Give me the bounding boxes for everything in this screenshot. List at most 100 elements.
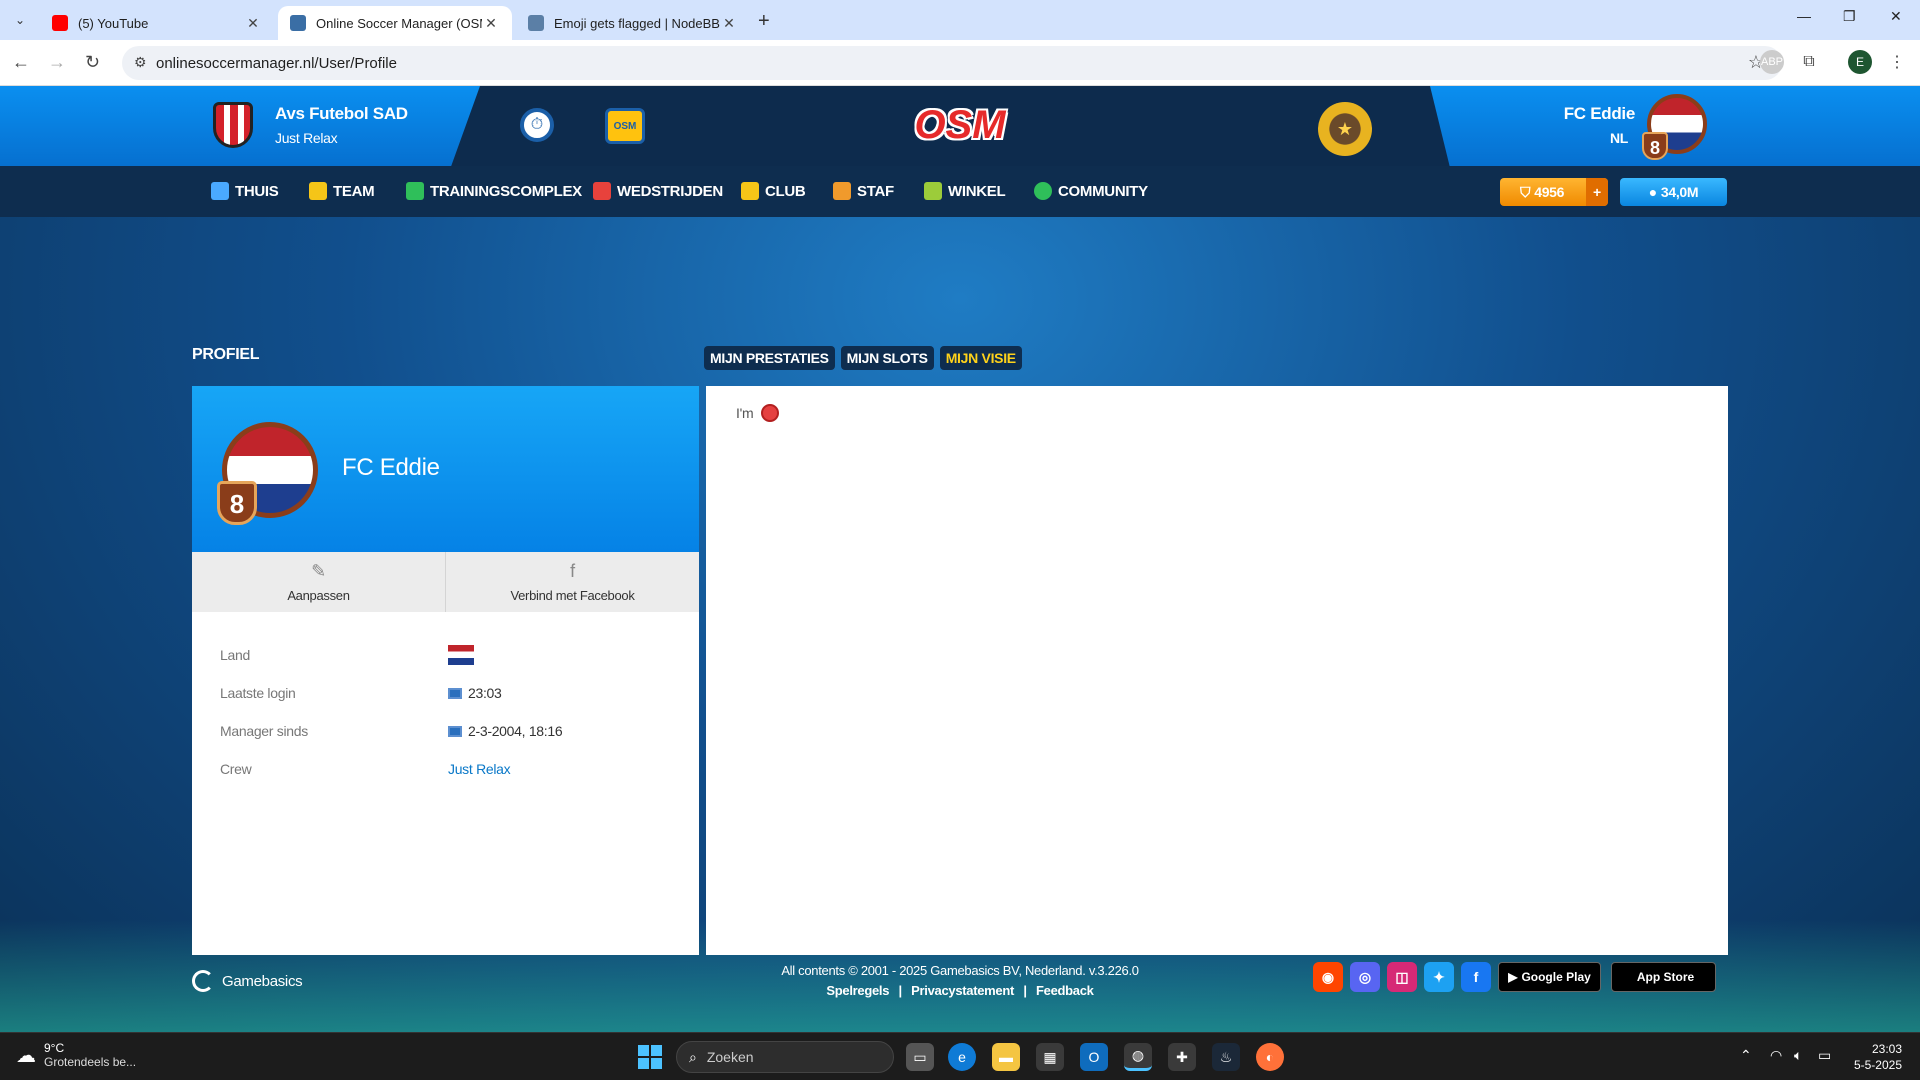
minimize-icon[interactable]: —: [1797, 8, 1811, 24]
facebook-icon[interactable]: f: [1461, 962, 1491, 992]
footer-link-spelregels[interactable]: Spelregels: [826, 983, 889, 998]
link-separator: |: [898, 983, 903, 998]
info-key: Manager sinds: [220, 723, 308, 739]
osm-logo[interactable]: OSM: [910, 102, 1010, 148]
info-key: Crew: [220, 761, 252, 777]
manager-name[interactable]: FC Eddie: [1564, 104, 1636, 124]
manager-level-badge: 8: [1642, 132, 1668, 160]
footer-links: Spelregels | Privacystatement | Feedback: [700, 983, 1220, 998]
browser-toolbar: ← → ↻ ⚙ onlinesoccermanager.nl/User/Prof…: [0, 40, 1920, 86]
action-label: Verbind met Facebook: [510, 588, 635, 603]
weather-temperature: 9°C: [44, 1041, 65, 1055]
smiley-emoji-icon: [761, 404, 780, 422]
browser-tab-osm[interactable]: Online Soccer Manager (OSM) ✕: [278, 6, 512, 40]
taskbar-clock[interactable]: 23:03 5-5-2025: [1854, 1041, 1902, 1073]
coin-icon: ⛉: [1520, 183, 1531, 200]
info-row-last-login: Laatste login 23:03: [220, 674, 680, 712]
club-name[interactable]: Avs Futebol SAD: [275, 104, 408, 124]
menu-item-staf[interactable]: STAF: [833, 182, 894, 200]
info-row-land: Land: [220, 636, 680, 674]
facebook-icon: f: [570, 561, 575, 581]
browser-tab-youtube[interactable]: (5) YouTube ✕: [40, 6, 274, 40]
steam-icon[interactable]: ♨: [1212, 1043, 1240, 1071]
slack-icon[interactable]: ✚: [1168, 1043, 1196, 1071]
menu-item-winkel[interactable]: WINKEL: [924, 182, 1006, 200]
coins-button[interactable]: ⛉ 4956 +: [1500, 178, 1608, 206]
close-tab-icon[interactable]: ✕: [482, 15, 500, 32]
menu-label: WEDSTRIJDEN: [617, 182, 723, 200]
twitter-icon[interactable]: ✦: [1424, 962, 1454, 992]
copyright-text: All contents © 2001 - 2025 Gamebasics BV…: [781, 963, 1139, 978]
edit-profile-button[interactable]: ✎ Aanpassen: [192, 552, 446, 612]
info-key: Land: [220, 647, 250, 663]
browser-menu-icon[interactable]: ⋮: [1885, 50, 1909, 74]
task-view-icon[interactable]: ▭: [906, 1043, 934, 1071]
reddit-icon[interactable]: ◉: [1313, 962, 1343, 992]
new-tab-button[interactable]: +: [758, 10, 770, 33]
app-store-label: App Store: [1636, 970, 1695, 984]
menu-item-trainingscomplex[interactable]: TRAININGSCOMPLEX: [406, 182, 582, 200]
vision-panel: I'm: [706, 386, 1728, 955]
stopwatch-icon[interactable]: ⏱: [520, 108, 554, 142]
discord-icon[interactable]: ◎: [1350, 962, 1380, 992]
cash-button[interactable]: ● 34,0M: [1620, 178, 1727, 206]
tray-chevron-icon[interactable]: ⌃: [1740, 1047, 1752, 1064]
file-explorer-icon[interactable]: ▬: [992, 1043, 1020, 1071]
menu-item-thuis[interactable]: THUIS: [211, 182, 279, 200]
trophy-badge-icon[interactable]: ★: [1318, 102, 1372, 156]
action-label: Aanpassen: [287, 588, 350, 603]
start-button[interactable]: [638, 1045, 662, 1069]
tab-mijn-prestaties[interactable]: MIJN PRESTATIES: [704, 346, 835, 370]
forward-arrow-icon[interactable]: →: [48, 52, 66, 73]
tab-mijn-visie[interactable]: MIJN VISIE: [939, 346, 1022, 370]
adblock-extension-icon[interactable]: ABP: [1760, 50, 1784, 74]
tab-search-button[interactable]: ⌄: [8, 8, 32, 32]
extensions-puzzle-icon[interactable]: ⧉: [1797, 50, 1821, 74]
site-info-icon[interactable]: ⚙: [134, 54, 147, 71]
profile-tabs: MIJN PRESTATIES MIJN SLOTS MIJN VISIE: [704, 346, 1022, 370]
osm-giftbox-icon[interactable]: OSM: [605, 108, 645, 144]
firefox-icon[interactable]: ◐: [1256, 1043, 1284, 1071]
menu-item-community[interactable]: COMMUNITY: [1034, 182, 1148, 200]
close-tab-icon[interactable]: ✕: [244, 15, 262, 32]
weather-widget[interactable]: ☁ 9°C Grotendeels be...: [16, 1041, 136, 1069]
address-bar[interactable]: ⚙ onlinesoccermanager.nl/User/Profile ☆: [122, 46, 1782, 80]
back-arrow-icon[interactable]: ←: [12, 52, 30, 73]
battery-icon[interactable]: ▭: [1818, 1047, 1831, 1064]
profile-card: 8 FC Eddie ✎ Aanpassen f Verbind met Fac…: [192, 386, 699, 955]
cash-icon: ●: [1648, 184, 1657, 200]
profile-avatar[interactable]: E: [1848, 50, 1872, 74]
footer-link-feedback[interactable]: Feedback: [1036, 983, 1094, 998]
cash-value: 34,0M: [1660, 184, 1699, 200]
info-value-text: 2-3-2004, 18:16: [468, 723, 563, 739]
close-tab-icon[interactable]: ✕: [720, 15, 738, 32]
menu-item-team[interactable]: TEAM: [309, 182, 375, 200]
club-crest-icon[interactable]: [213, 102, 253, 148]
edge-browser-icon[interactable]: e: [948, 1043, 976, 1071]
globe-icon: [1034, 182, 1052, 200]
menu-label: STAF: [857, 182, 894, 200]
menu-item-club[interactable]: CLUB: [741, 182, 806, 200]
crew-link[interactable]: Just Relax: [448, 761, 511, 777]
footer-link-privacy[interactable]: Privacystatement: [911, 983, 1014, 998]
outlook-icon[interactable]: O: [1080, 1043, 1108, 1071]
volume-icon[interactable]: 🔈︎: [1794, 1047, 1802, 1064]
instagram-icon[interactable]: ◫: [1387, 962, 1417, 992]
taskbar-search[interactable]: ⌕ Zoeken: [676, 1041, 894, 1073]
weather-description: Grotendeels be...: [44, 1055, 137, 1069]
app-store-button[interactable]: App Store: [1611, 962, 1716, 992]
chrome-icon[interactable]: ◍: [1124, 1043, 1152, 1071]
microsoft-store-icon[interactable]: ▦: [1036, 1043, 1064, 1071]
gamebasics-logo[interactable]: Gamebasics: [192, 970, 303, 992]
connect-facebook-button[interactable]: f Verbind met Facebook: [446, 552, 699, 612]
tab-mijn-slots[interactable]: MIJN SLOTS: [840, 346, 934, 370]
menu-item-wedstrijden[interactable]: WEDSTRIJDEN: [593, 182, 723, 200]
close-window-icon[interactable]: ✕: [1890, 8, 1902, 25]
shirt-icon: [309, 182, 327, 200]
browser-tab-nodebb[interactable]: Emoji gets flagged | NodeBB ✕: [516, 6, 750, 40]
wifi-icon[interactable]: ◠: [1770, 1047, 1782, 1064]
restore-icon[interactable]: ❐: [1843, 8, 1856, 25]
buy-coins-button[interactable]: +: [1586, 178, 1608, 206]
google-play-button[interactable]: ▶ Google Play: [1498, 962, 1601, 992]
reload-icon[interactable]: ↻: [85, 52, 100, 73]
